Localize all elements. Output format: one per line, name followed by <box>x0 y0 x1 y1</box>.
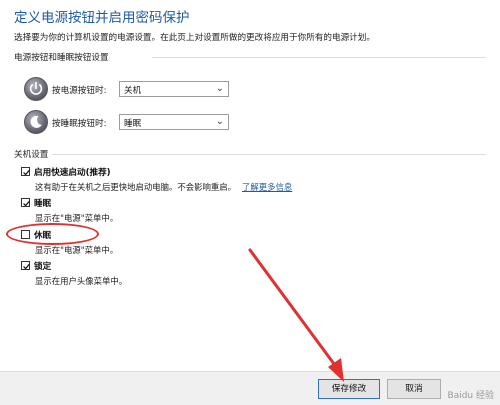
annotation-arrow-icon <box>248 248 344 382</box>
power-icon <box>29 81 43 95</box>
fast-startup-label: 启用快速启动(推荐) <box>34 168 111 178</box>
cancel-button[interactable]: 取消 <box>387 379 441 399</box>
watermark: Baidu 经验 <box>447 391 494 401</box>
sleep-button-action-value: 睡眠 <box>124 119 142 129</box>
chevron-down-icon: ⌄ <box>215 116 224 127</box>
chevron-down-icon: ⌄ <box>215 83 224 94</box>
fast-startup-checkbox[interactable] <box>21 167 30 176</box>
check-icon <box>23 200 30 207</box>
fast-startup-description-text: 这有助于在关机之后更快地启动电脑。不会影响重启。 <box>35 182 236 192</box>
learn-more-link[interactable]: 了解更多信息 <box>242 182 292 192</box>
power-button-action-select[interactable]: 关机 ⌄ <box>119 81 229 97</box>
check-icon <box>23 169 30 176</box>
annotation-circle <box>6 223 99 245</box>
sleep-button-label: 按睡眠按钮时: <box>52 119 107 129</box>
sleep-button-action-select[interactable]: 睡眠 ⌄ <box>119 114 229 130</box>
power-button-action-value: 关机 <box>124 86 142 96</box>
lock-option-description: 显示在用户头像菜单中。 <box>35 276 128 286</box>
moon-icon <box>30 115 42 128</box>
page-description: 选择要为你的计算机设置的电源设置。在此页上对设置所做的更改将应用于你所有的电源计… <box>14 33 375 43</box>
power-button-label: 按电源按钮时: <box>52 86 107 96</box>
divider <box>152 57 486 58</box>
section-heading-power-buttons: 电源按钮和睡眠按钮设置 <box>14 53 109 63</box>
fast-startup-description: 这有助于在关机之后更快地启动电脑。不会影响重启。 了解更多信息 <box>35 181 292 193</box>
divider <box>52 154 486 155</box>
check-icon <box>23 263 30 270</box>
sleep-option-label: 睡眠 <box>34 199 52 209</box>
hibernate-option-description: 显示在"电源"菜单中。 <box>35 245 119 255</box>
lock-option-label: 锁定 <box>34 262 52 272</box>
sleep-checkbox[interactable] <box>21 198 30 207</box>
lock-checkbox[interactable] <box>21 261 30 270</box>
page-title: 定义电源按钮并启用密码保护 <box>14 10 190 26</box>
section-heading-shutdown: 关机设置 <box>14 150 49 160</box>
power-button-icon <box>24 77 48 101</box>
sleep-button-icon <box>24 110 48 134</box>
